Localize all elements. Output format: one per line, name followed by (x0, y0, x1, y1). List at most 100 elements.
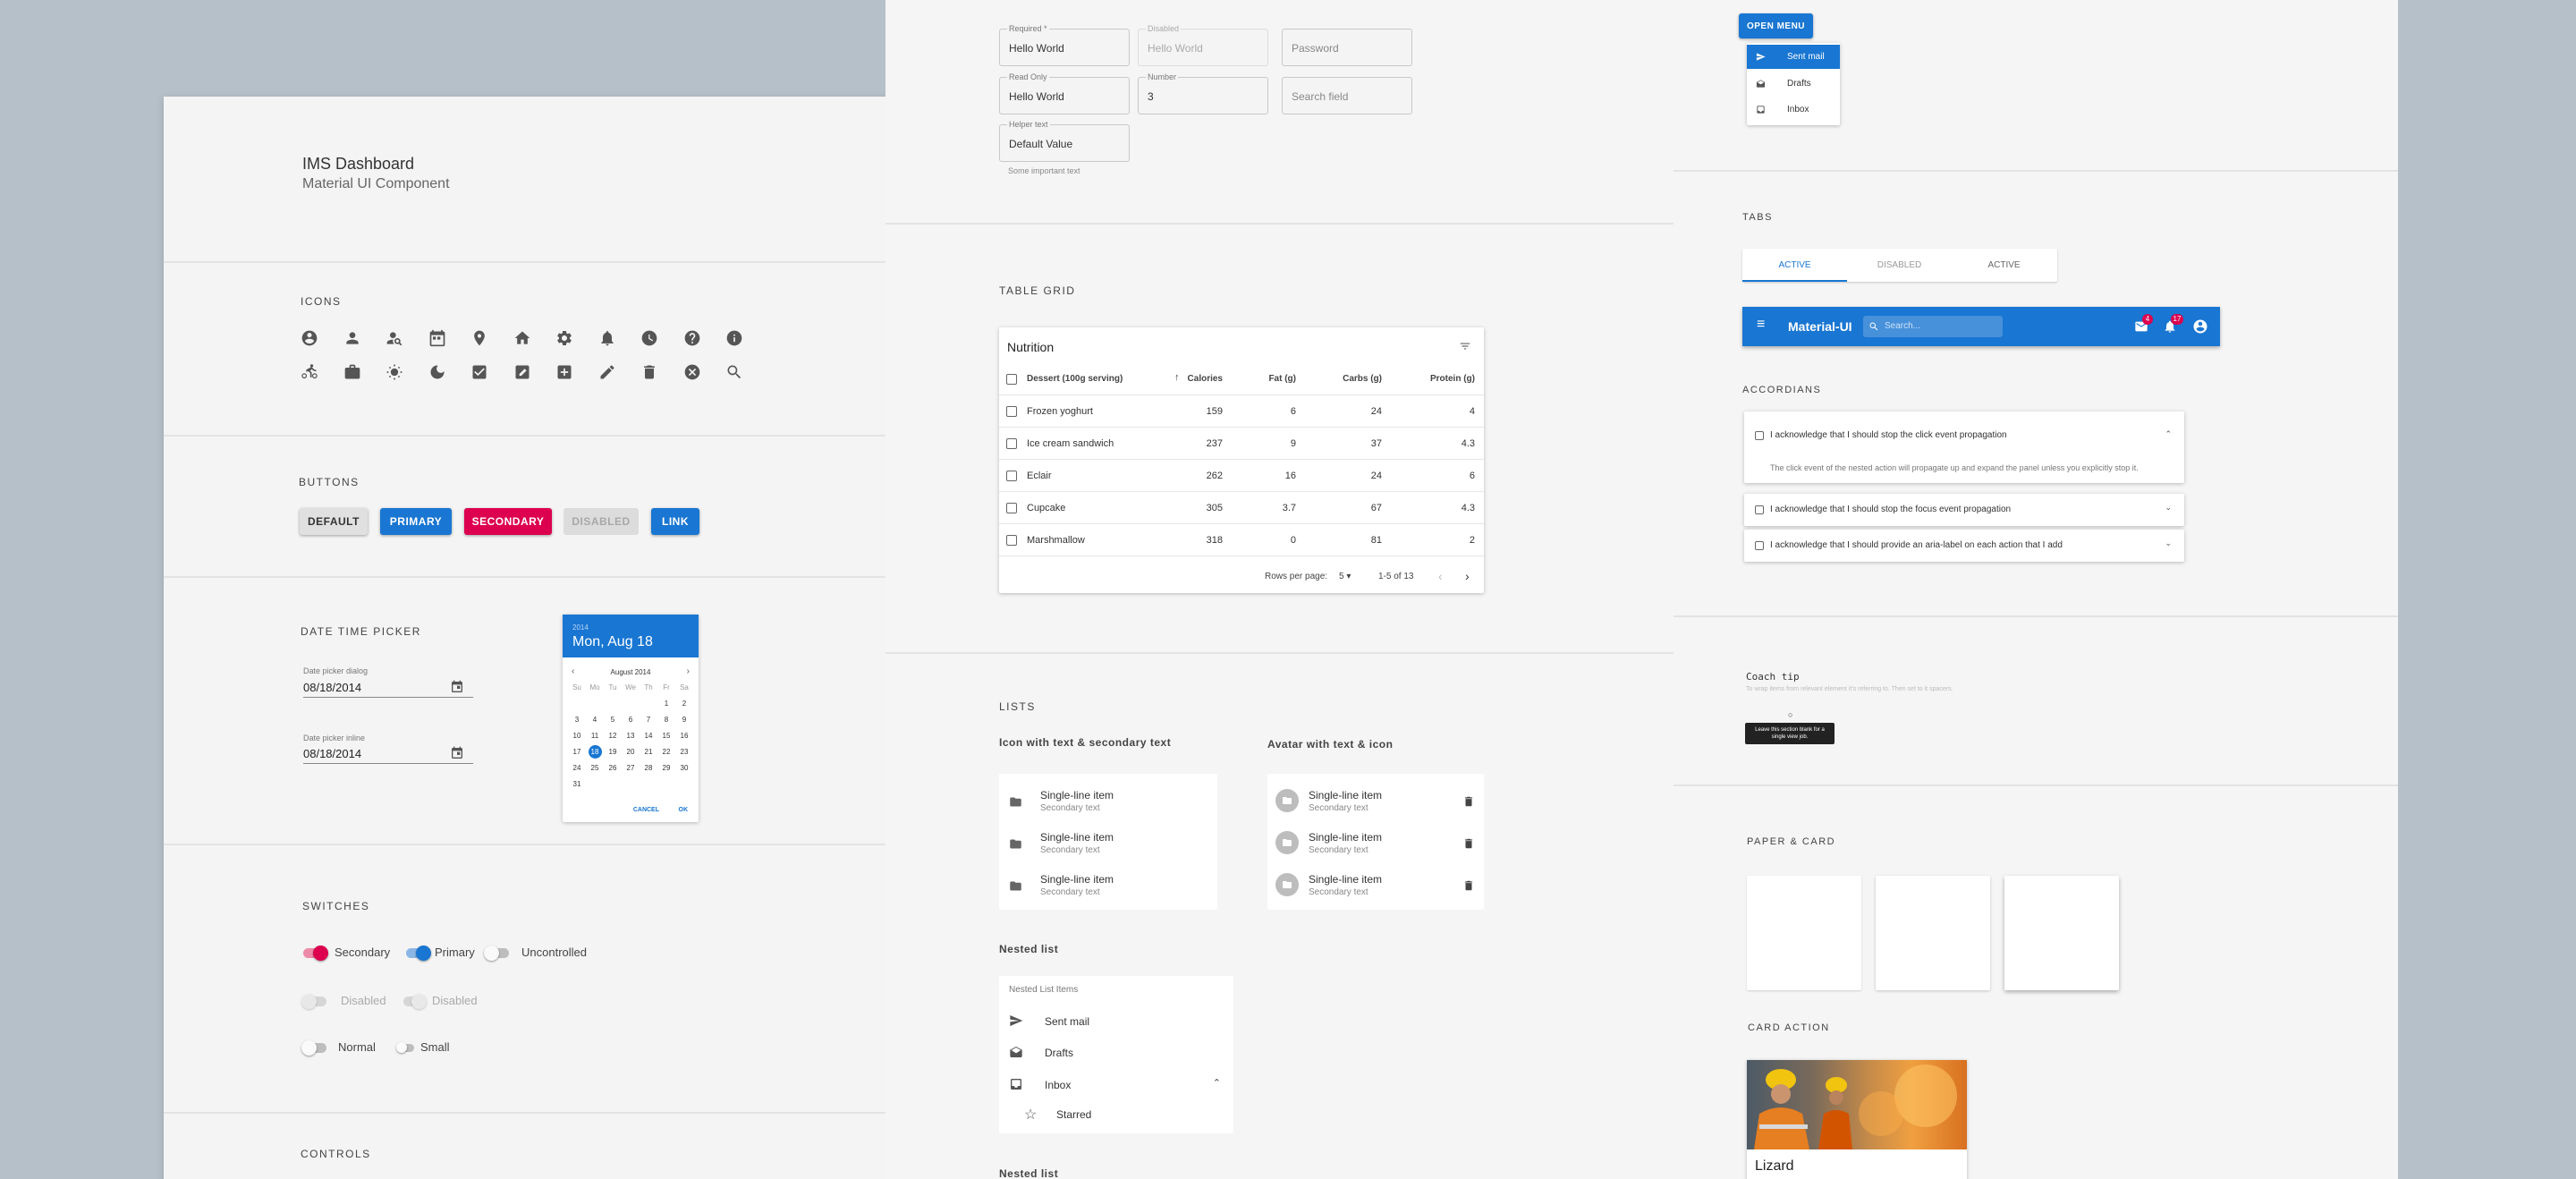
rows-per-page-select[interactable]: 5 ▾ (1339, 572, 1351, 581)
calendar-day[interactable]: 10 (568, 727, 586, 743)
expand-more-icon[interactable]: ⌄ (2165, 539, 2172, 548)
helper-field[interactable]: Helper text Default Value (999, 120, 1130, 162)
expand-less-icon[interactable]: ⌃ (2165, 429, 2172, 439)
calendar-day[interactable]: 25 (586, 759, 604, 776)
calendar-day[interactable]: 5 (604, 711, 622, 727)
calendar-day[interactable]: 24 (568, 759, 586, 776)
calendar-day[interactable]: 27 (622, 759, 640, 776)
menu-item-sent[interactable]: Sent mail (1747, 45, 1840, 69)
list-item[interactable]: Single-line item Secondary text (1267, 869, 1484, 908)
calendar-day[interactable]: 8 (657, 711, 675, 727)
prev-page-icon[interactable]: ‹ (1438, 569, 1443, 583)
header-calories[interactable]: Calories (1188, 374, 1223, 384)
calendar-day[interactable]: 9 (675, 711, 693, 727)
open-menu-button[interactable]: OPEN MENU (1739, 13, 1813, 38)
calendar-day[interactable]: 12 (604, 727, 622, 743)
calendar-day[interactable]: 17 (568, 743, 586, 759)
uncontrolled-switch[interactable] (484, 946, 509, 961)
header-fat[interactable]: Fat (g) (1268, 374, 1296, 384)
calendar-ok-button[interactable]: OK (679, 807, 689, 813)
accordion-2[interactable]: I acknowledge that I should stop the foc… (1744, 494, 2184, 526)
calendar-day[interactable]: 29 (657, 759, 675, 776)
accordion-2-checkbox[interactable] (1755, 505, 1764, 514)
calendar-day[interactable]: 31 (568, 776, 586, 792)
calendar-day[interactable]: 20 (622, 743, 640, 759)
delete-icon[interactable] (1462, 795, 1475, 808)
accordion-1-checkbox[interactable] (1755, 431, 1764, 440)
expand-more-icon[interactable]: ⌄ (2165, 503, 2172, 513)
row-checkbox[interactable] (1006, 471, 1017, 481)
calendar-cancel-button[interactable]: CANCEL (633, 807, 659, 813)
app-bar-search[interactable]: Search... (1863, 316, 2003, 337)
menu-item-drafts[interactable]: Drafts (1747, 72, 1840, 96)
account-circle-icon[interactable] (2192, 318, 2208, 335)
calendar-day[interactable]: 28 (640, 759, 657, 776)
calendar-day[interactable]: 4 (586, 711, 604, 727)
primary-button[interactable]: PRIMARY (380, 508, 452, 535)
date-picker-dialog-field[interactable]: 08/18/2014 (303, 678, 473, 698)
sort-arrow-icon[interactable]: ↑ (1174, 372, 1180, 383)
normal-switch[interactable] (301, 1040, 326, 1056)
calendar-year[interactable]: 2014 (572, 623, 589, 632)
table-row[interactable]: Cupcake 305 3.7 67 4.3 (999, 492, 1484, 524)
default-button[interactable]: DEFAULT (300, 508, 368, 535)
row-checkbox[interactable] (1006, 406, 1017, 417)
search-field[interactable]: Search field (1282, 77, 1412, 115)
table-row[interactable]: Marshmallow 318 0 81 2 (999, 524, 1484, 556)
next-month-icon[interactable]: › (687, 666, 690, 676)
header-protein[interactable]: Protein (g) (1430, 374, 1475, 384)
calendar-icon[interactable] (450, 746, 464, 760)
card-action[interactable]: Lizard (1747, 1060, 1967, 1179)
list-item[interactable]: Single-line item Secondary text (999, 785, 1217, 824)
number-field[interactable]: Number 3 (1138, 72, 1268, 115)
next-page-icon[interactable]: › (1465, 569, 1470, 583)
coach-tip-anchor-icon[interactable]: ○ (1788, 710, 1792, 719)
calendar-day[interactable]: 26 (604, 759, 622, 776)
nested-item-sent[interactable]: Sent mail (1045, 1015, 1089, 1028)
calendar-icon[interactable] (450, 680, 464, 694)
card-media[interactable] (1747, 1060, 1967, 1149)
expand-less-icon[interactable]: ⌃ (1213, 1077, 1221, 1089)
accordion-3[interactable]: I acknowledge that I should provide an a… (1744, 530, 2184, 562)
calendar-day[interactable]: 7 (640, 711, 657, 727)
calendar-day[interactable]: 30 (675, 759, 693, 776)
list-item[interactable]: Single-line item Secondary text (999, 827, 1217, 866)
primary-switch[interactable] (406, 946, 431, 961)
calendar-day[interactable]: 22 (657, 743, 675, 759)
row-checkbox[interactable] (1006, 535, 1017, 546)
delete-icon[interactable] (1462, 879, 1475, 892)
secondary-switch[interactable] (303, 946, 328, 961)
required-field[interactable]: Required * Hello World (999, 24, 1130, 66)
calendar-day[interactable]: 19 (604, 743, 622, 759)
accordion-3-checkbox[interactable] (1755, 541, 1764, 550)
nested-item-inbox[interactable]: Inbox (1045, 1079, 1071, 1091)
calendar-day[interactable]: 11 (586, 727, 604, 743)
calendar-day[interactable]: 14 (640, 727, 657, 743)
calendar-day[interactable]: 13 (622, 727, 640, 743)
password-field[interactable]: Password (1282, 29, 1412, 66)
calendar-day[interactable]: 15 (657, 727, 675, 743)
tab-active-2[interactable]: ACTIVE (1952, 249, 2056, 282)
nested-item-starred[interactable]: Starred (1056, 1108, 1091, 1121)
list-item[interactable]: Single-line item Secondary text (1267, 827, 1484, 866)
header-carbs[interactable]: Carbs (g) (1343, 374, 1382, 384)
table-row[interactable]: Eclair 262 16 24 6 (999, 460, 1484, 492)
calendar-day[interactable]: 18 (586, 743, 604, 759)
table-row[interactable]: Frozen yoghurt 159 6 24 4 (999, 395, 1484, 428)
menu-item-inbox[interactable]: Inbox (1747, 98, 1840, 122)
nested-item-drafts[interactable]: Drafts (1045, 1047, 1073, 1059)
calendar-day[interactable]: 16 (675, 727, 693, 743)
date-picker-inline-field[interactable]: 08/18/2014 (303, 744, 473, 764)
link-button[interactable]: LINK (651, 508, 699, 535)
calendar-day[interactable]: 23 (675, 743, 693, 759)
secondary-button[interactable]: SECONDARY (464, 508, 552, 535)
calendar-header-date[interactable]: Mon, Aug 18 (572, 634, 653, 650)
row-checkbox[interactable] (1006, 438, 1017, 449)
list-item[interactable]: Single-line item Secondary text (999, 869, 1217, 908)
header-dessert[interactable]: Dessert (100g serving) (1027, 374, 1123, 384)
tab-active-1[interactable]: ACTIVE (1742, 249, 1847, 282)
calendar-day[interactable]: 6 (622, 711, 640, 727)
select-all-checkbox[interactable] (1006, 374, 1017, 385)
calendar-day[interactable]: 21 (640, 743, 657, 759)
list-item[interactable]: Single-line item Secondary text (1267, 785, 1484, 824)
